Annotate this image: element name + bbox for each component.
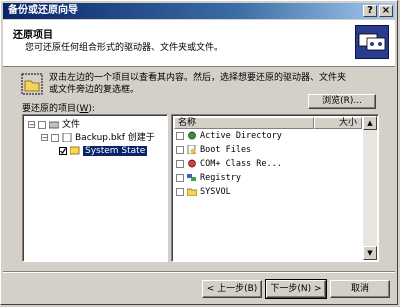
list-item[interactable]: Registry <box>176 172 241 184</box>
tree-node-label: System State <box>83 146 148 156</box>
cancel-button[interactable]: 取消 <box>330 280 390 298</box>
item-checkbox[interactable] <box>176 173 184 182</box>
item-checkbox[interactable] <box>176 187 184 196</box>
com-class-icon <box>187 159 197 168</box>
list-scrollbar[interactable]: ▲ ▼ <box>363 116 377 260</box>
browse-button[interactable]: 浏览(R)... <box>308 94 376 109</box>
tree-node-label: Backup.bkf 创建于 <box>75 133 155 143</box>
item-name: Active Directory <box>200 131 282 141</box>
item-name: Boot Files <box>200 145 252 155</box>
item-name: COM+ Class Re... <box>200 159 282 169</box>
tree-label: 要还原的项目(W): <box>22 104 95 114</box>
list-item[interactable]: Boot Files <box>176 144 251 156</box>
close-button[interactable]: × <box>379 5 393 17</box>
list-item[interactable]: SYSVOL <box>176 186 231 198</box>
column-name[interactable]: 名称 <box>174 117 314 129</box>
tree-node-system-state[interactable]: System State <box>59 146 148 157</box>
next-button[interactable]: 下一步(N) > <box>265 279 327 299</box>
help-icon: ? <box>367 5 373 16</box>
tree-checkbox-checked[interactable] <box>59 146 67 155</box>
contents-panel[interactable]: 名称 大小 Active Directory Boot Files COM+ C… <box>171 114 379 262</box>
item-checkbox[interactable] <box>176 131 184 140</box>
tree-checkbox[interactable] <box>51 133 59 142</box>
help-button[interactable]: ? <box>363 5 377 17</box>
item-name: Registry <box>200 173 241 183</box>
item-checkbox[interactable] <box>176 145 184 154</box>
tree-node-files[interactable]: − 文件 <box>28 120 80 131</box>
window-title: 备份或还原向导 <box>8 5 78 16</box>
tree-node-label: 文件 <box>62 120 81 130</box>
registry-icon <box>187 173 197 182</box>
boot-files-icon <box>187 144 197 155</box>
directory-icon <box>187 131 197 140</box>
hint-folder-icon <box>21 73 43 95</box>
list-item[interactable]: COM+ Class Re... <box>176 158 282 170</box>
item-name: SYSVOL <box>200 187 231 197</box>
backup-file-icon <box>62 132 72 143</box>
drive-icon <box>48 120 60 129</box>
system-state-icon <box>69 146 80 155</box>
scroll-down-button[interactable]: ▼ <box>363 246 377 260</box>
collapse-icon[interactable]: − <box>41 134 48 142</box>
wizard-window: 备份或还原向导 ? × 还原项目 您可还原任何组合形式的驱动器、文件夹或文件。 … <box>0 0 398 305</box>
close-icon: × <box>381 5 391 16</box>
page-title: 还原项目 <box>13 30 53 41</box>
tree-checkbox[interactable] <box>38 120 46 129</box>
collapse-icon[interactable]: − <box>28 121 35 129</box>
list-item[interactable]: Active Directory <box>176 130 282 142</box>
wizard-header: 还原项目 您可还原任何组合形式的驱动器、文件夹或文件。 <box>3 20 395 67</box>
column-size[interactable]: 大小 <box>314 117 362 129</box>
tree-panel[interactable]: − 文件 − Backup.bkf 创建于 System State <box>22 114 168 262</box>
page-subtitle: 您可还原任何组合形式的驱动器、文件夹或文件。 <box>25 43 224 53</box>
folder-icon <box>186 187 198 197</box>
backup-wizard-icon <box>355 25 389 59</box>
scroll-up-button[interactable]: ▲ <box>363 116 377 130</box>
back-button[interactable]: < 上一步(B) <box>202 280 262 298</box>
item-checkbox[interactable] <box>176 159 184 168</box>
title-bar: 备份或还原向导 ? × <box>3 3 395 19</box>
instruction-text: 双击左边的一个项目以查看其内容。然后，选择想要还原的驱动器、文件夹或文件旁边的复… <box>49 73 347 95</box>
tree-node-backup[interactable]: − Backup.bkf 创建于 <box>41 132 155 144</box>
footer-divider <box>3 271 395 273</box>
